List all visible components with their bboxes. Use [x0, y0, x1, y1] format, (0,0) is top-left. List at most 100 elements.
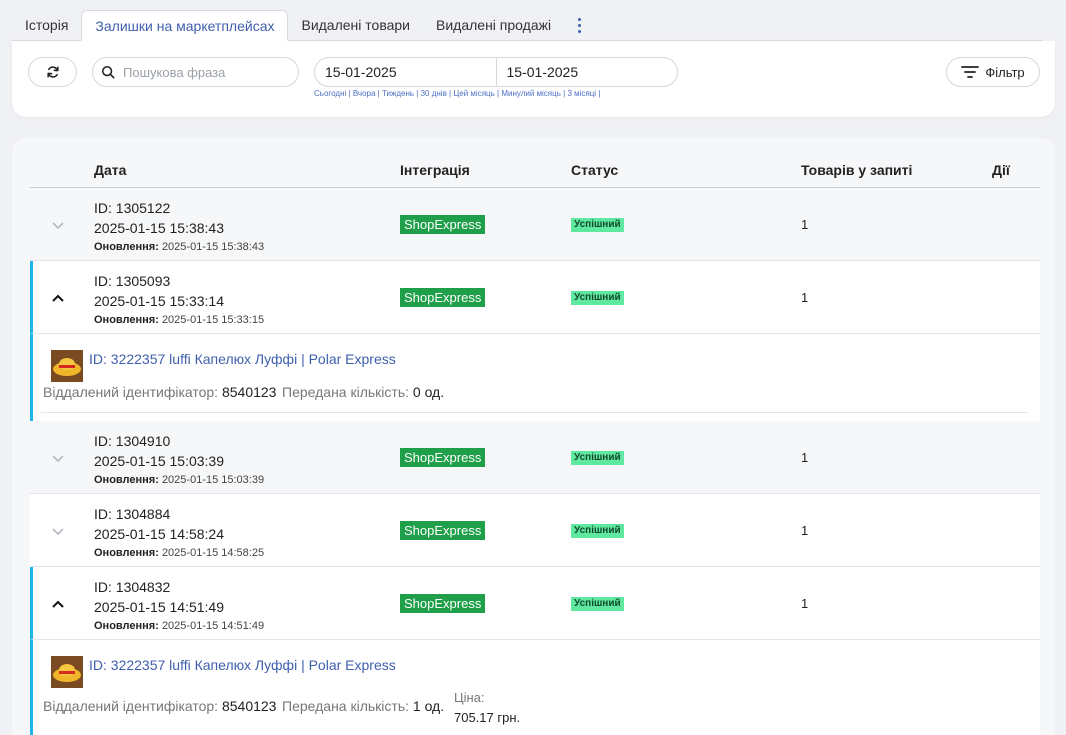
quick-range-last-month[interactable]: Минулий місяць	[501, 89, 561, 98]
row-id: ID: 1305122	[94, 200, 171, 216]
refresh-icon	[46, 66, 59, 78]
quick-range-this-month[interactable]: Цей місяць	[453, 89, 494, 98]
row-count: 1	[801, 450, 809, 465]
qty-label: Передана кількість:	[282, 698, 410, 714]
filter-panel: 15-01-2025 15-01-2025 Сьогодні | Вчора |…	[12, 41, 1055, 117]
search-icon	[101, 65, 115, 79]
row-updated-label: Оновлення:	[94, 547, 159, 559]
quick-range-today[interactable]: Сьогодні	[314, 89, 346, 98]
product-link[interactable]: ID: 3222357 luffi Капелюх Луффі | Polar …	[89, 351, 396, 367]
remote-id-label: Віддалений ідентифікатор:	[43, 384, 219, 400]
tab-marketplace-stock[interactable]: Залишки на маркетплейсах	[81, 10, 289, 41]
chevron-down-icon[interactable]	[50, 523, 66, 539]
header-status: Статус	[571, 162, 619, 178]
tab-bar: Історія Залишки на маркетплейсах Видален…	[12, 10, 1042, 41]
row-date-cell: ID: 1304884 2025-01-15 14:58:24 Оновленн…	[94, 504, 264, 562]
row-updated: Оновлення: 2025-01-15 14:58:25	[94, 544, 264, 562]
search-box	[92, 57, 299, 87]
more-tabs-icon[interactable]	[564, 10, 595, 40]
transferred-qty: Передана кількість: 1 од.	[282, 698, 444, 714]
row-date-cell: ID: 1305122 2025-01-15 15:38:43 Оновленн…	[94, 198, 264, 256]
straw-hat-icon	[51, 656, 83, 688]
transferred-qty: Передана кількість: 0 од.	[282, 384, 444, 400]
row-datetime: 2025-01-15 14:58:24	[94, 526, 224, 542]
date-from-field[interactable]: 15-01-2025	[315, 58, 496, 86]
filter-button[interactable]: Фільтр	[946, 57, 1040, 87]
status-badge: Успішний	[571, 451, 624, 465]
table-header: Дата Інтеграція Статус Товарів у запиті …	[30, 138, 1040, 188]
tab-history[interactable]: Історія	[12, 10, 81, 40]
quick-range-week[interactable]: Тиждень	[382, 89, 414, 98]
integration-badge: ShopExpress	[400, 521, 486, 540]
quick-range-yesterday[interactable]: Вчора	[353, 89, 376, 98]
remote-id: Віддалений ідентифікатор: 8540123	[43, 698, 276, 714]
row-updated-label: Оновлення:	[94, 314, 159, 326]
detail-item: ID: 3222357 luffi Капелюх Луффі | Polar …	[41, 334, 1028, 413]
table-row[interactable]: ID: 1304832 2025-01-15 14:51:49 Оновленн…	[30, 567, 1040, 640]
table-row[interactable]: ID: 1305093 2025-01-15 15:33:14 Оновленн…	[30, 261, 1040, 334]
date-range: 15-01-2025 15-01-2025	[314, 57, 678, 87]
filter-button-label: Фільтр	[985, 64, 1025, 80]
price: Ціна: 705.17 грн.	[454, 688, 520, 728]
row-id: ID: 1304884	[94, 506, 171, 522]
table-row[interactable]: ID: 1304910 2025-01-15 15:03:39 Оновленн…	[30, 421, 1040, 494]
row-updated-value: 2025-01-15 14:51:49	[161, 620, 265, 632]
quick-range-3-months[interactable]: 3 місяці	[567, 89, 596, 98]
detail-item: ID: 3222357 luffi Капелюх Луффі | Polar …	[41, 640, 1028, 735]
status-badge: Успішний	[571, 597, 624, 611]
row-detail: ID: 3222357 luffi Капелюх Луффі | Polar …	[30, 640, 1040, 735]
product-link[interactable]: ID: 3222357 luffi Капелюх Луффі | Polar …	[89, 657, 396, 673]
row-count: 1	[801, 217, 809, 232]
table-row[interactable]: ID: 1304884 2025-01-15 14:58:24 Оновленн…	[30, 494, 1040, 567]
refresh-button[interactable]	[28, 57, 77, 87]
table-row[interactable]: ID: 1305122 2025-01-15 15:38:43 Оновленн…	[30, 188, 1040, 261]
row-date-cell: ID: 1304832 2025-01-15 14:51:49 Оновленн…	[94, 577, 264, 635]
chevron-up-icon[interactable]	[50, 596, 66, 612]
chevron-down-icon[interactable]	[50, 217, 66, 233]
product-thumbnail	[51, 350, 83, 382]
row-datetime: 2025-01-15 15:03:39	[94, 453, 224, 469]
chevron-up-icon[interactable]	[50, 290, 66, 306]
status-badge: Успішний	[571, 291, 624, 305]
remote-id: Віддалений ідентифікатор: 8540123	[43, 384, 276, 400]
header-date: Дата	[94, 162, 127, 178]
search-input[interactable]	[123, 64, 283, 80]
price-value: 705.17 грн.	[454, 710, 521, 725]
tab-deleted-products[interactable]: Видалені товари	[288, 10, 423, 40]
qty-value: 0 од.	[412, 384, 445, 400]
requests-table: Дата Інтеграція Статус Товарів у запиті …	[12, 138, 1055, 735]
chevron-down-icon[interactable]	[50, 450, 66, 466]
product-thumbnail	[51, 656, 83, 688]
row-updated: Оновлення: 2025-01-15 15:03:39	[94, 471, 264, 489]
remote-id-value: 8540123	[221, 698, 277, 714]
row-updated: Оновлення: 2025-01-15 15:33:15	[94, 311, 264, 329]
row-updated-value: 2025-01-15 15:38:43	[161, 241, 265, 253]
row-datetime: 2025-01-15 14:51:49	[94, 599, 224, 615]
row-date-cell: ID: 1304910 2025-01-15 15:03:39 Оновленн…	[94, 431, 264, 489]
row-datetime: 2025-01-15 15:38:43	[94, 220, 224, 236]
status-badge: Успішний	[571, 218, 624, 232]
row-updated-label: Оновлення:	[94, 241, 159, 253]
date-to-field[interactable]: 15-01-2025	[495, 58, 678, 86]
row-updated-label: Оновлення:	[94, 474, 159, 486]
row-updated-label: Оновлення:	[94, 620, 159, 632]
quick-date-ranges: Сьогодні | Вчора | Тиждень | 30 днів | Ц…	[314, 89, 601, 98]
row-detail: ID: 3222357 luffi Капелюх Луффі | Polar …	[30, 334, 1040, 421]
row-datetime: 2025-01-15 15:33:14	[94, 293, 224, 309]
status-badge: Успішний	[571, 524, 624, 538]
integration-badge: ShopExpress	[400, 215, 486, 234]
integration-badge: ShopExpress	[400, 288, 486, 307]
tab-deleted-sales[interactable]: Видалені продажі	[423, 10, 564, 40]
qty-label: Передана кількість:	[282, 384, 410, 400]
remote-id-value: 8540123	[221, 384, 277, 400]
row-updated-value: 2025-01-15 15:33:15	[161, 314, 265, 326]
integration-badge: ShopExpress	[400, 448, 486, 467]
price-label: Ціна:	[454, 690, 485, 705]
quick-range-30-days[interactable]: 30 днів	[421, 89, 447, 98]
row-count: 1	[801, 596, 809, 611]
integration-badge: ShopExpress	[400, 594, 486, 613]
row-updated: Оновлення: 2025-01-15 14:51:49	[94, 617, 264, 635]
qty-value: 1 од.	[412, 698, 445, 714]
row-updated: Оновлення: 2025-01-15 15:38:43	[94, 238, 264, 256]
row-updated-value: 2025-01-15 14:58:25	[161, 547, 265, 559]
